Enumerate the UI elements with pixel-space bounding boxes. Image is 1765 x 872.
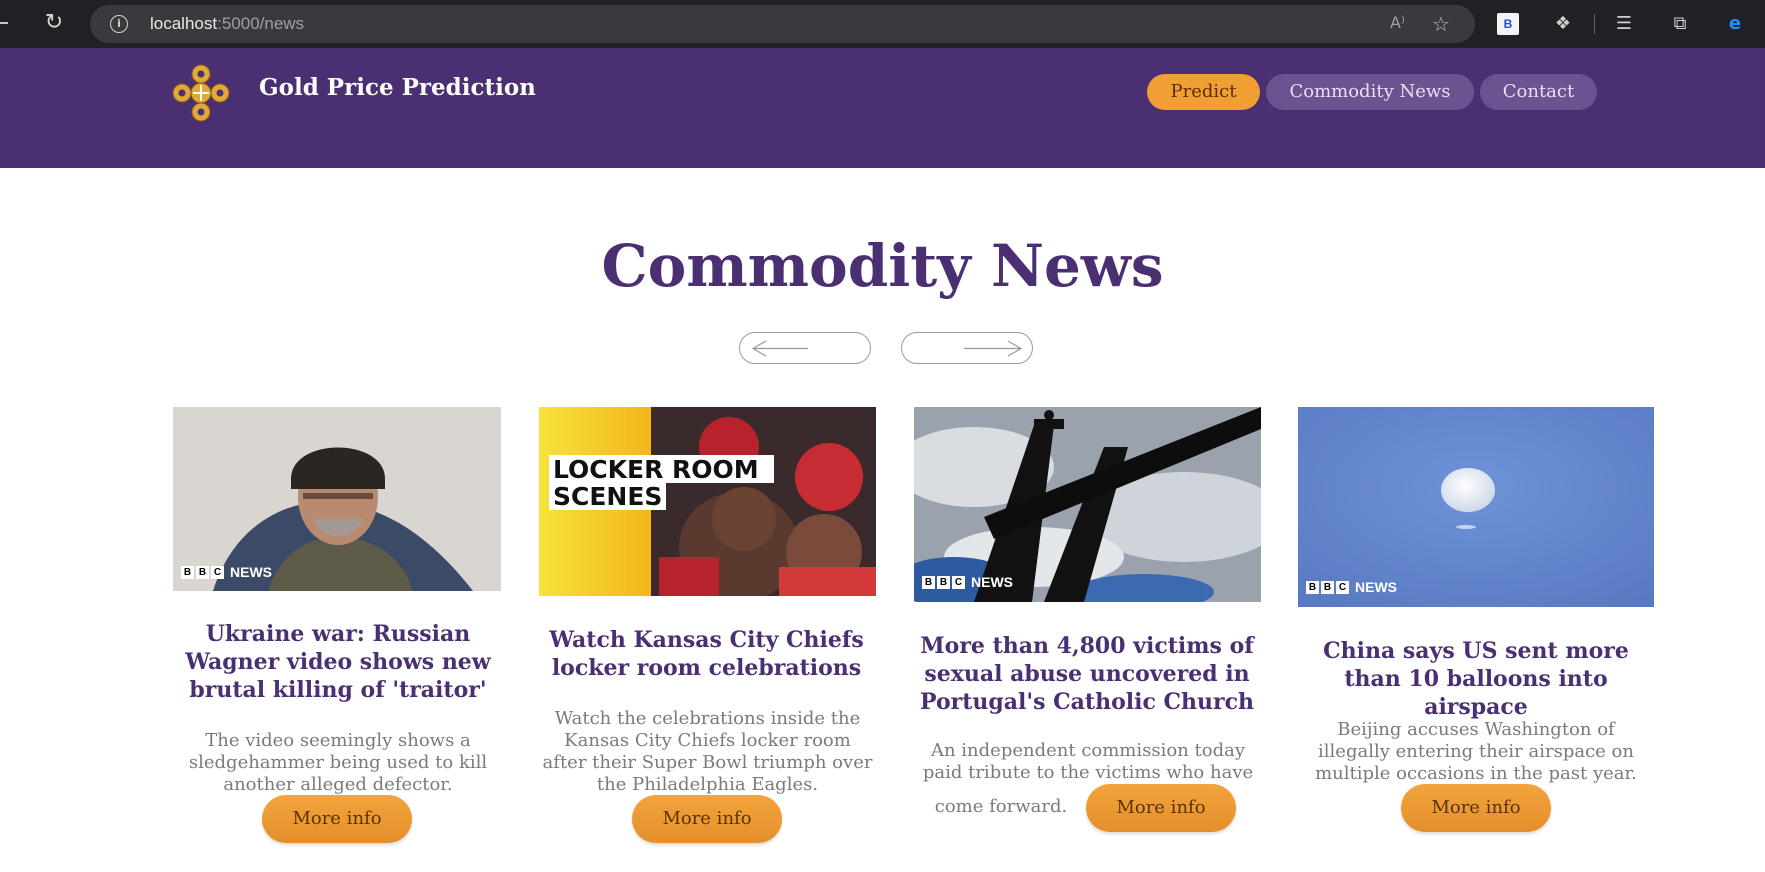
overlay-line-1: LOCKER ROOM [553,455,759,484]
gold-cross-logo-icon[interactable] [170,62,232,124]
news-title-1[interactable]: Ukraine war: Russian Wagner video shows … [175,620,501,704]
news-description-2: Watch the celebrations inside the Kansas… [542,708,873,795]
nav-commodity-news[interactable]: Commodity News [1266,74,1474,110]
read-aloud-icon[interactable]: A⁾ [1390,13,1405,32]
prev-button[interactable] [739,332,871,364]
extensions-puzzle-icon[interactable]: ❖ [1551,12,1575,36]
bbc-news-label: NEWS [971,574,1013,590]
news-description-1: The video seemingly shows a sledgehammer… [188,730,488,795]
arrow-right-icon [964,340,1023,357]
page-title: Commodity News [601,232,1164,300]
favorites-icon[interactable]: ☰ [1612,12,1636,36]
url-path: :5000/news [217,14,305,33]
news-description-4: Beijing accuses Washington of illegally … [1315,719,1637,784]
next-button[interactable] [901,332,1033,364]
locker-room-overlay: LOCKER ROOM [549,455,774,483]
news-image-4[interactable]: BBC NEWS [1298,407,1654,607]
nav-predict[interactable]: Predict [1147,74,1260,110]
url-text[interactable]: localhost:5000/news [150,13,304,35]
collections-icon[interactable]: ⧉ [1668,12,1692,36]
url-host: localhost [150,14,218,33]
news-title-3[interactable]: More than 4,800 victims of sexual abuse … [910,632,1264,716]
bbc-news-label: NEWS [1355,579,1397,595]
more-info-button-3[interactable]: More info [1086,784,1236,832]
add-favorite-icon[interactable]: ☆ [1432,12,1450,36]
more-info-button-4[interactable]: More info [1401,784,1551,832]
more-info-button-2[interactable]: More info [632,795,782,843]
overlay-line-2: SCENES [553,482,663,511]
more-info-button-1[interactable]: More info [262,795,412,843]
back-indicator[interactable] [0,22,8,24]
edge-icon[interactable]: e [1723,12,1747,36]
bbc-news-logo-icon: BBC NEWS [922,574,1013,590]
news-title-2[interactable]: Watch Kansas City Chiefs locker room cel… [545,626,868,682]
news-description-3: An independent commission today paid tri… [922,740,1254,783]
reload-icon[interactable]: ↻ [42,11,66,35]
news-description-3-cont: come forward. [934,796,1068,817]
extension-icon[interactable]: B [1497,13,1519,35]
nav-contact[interactable]: Contact [1480,74,1597,110]
news-image-3[interactable]: BBC NEWS [914,407,1261,602]
address-bar[interactable]: i localhost:5000/news A⁾ ☆ [90,5,1475,43]
bbc-news-logo-icon: BBC NEWS [1306,579,1397,595]
bbc-news-label: NEWS [230,564,272,580]
news-image-2[interactable]: LOCKER ROOM SCENES [539,407,876,596]
arrow-left-icon [751,340,808,357]
news-image-1[interactable]: BBC NEWS [173,407,501,591]
news-title-4[interactable]: China says US sent more than 10 balloons… [1298,637,1654,721]
toolbar-divider [1594,14,1595,34]
locker-room-overlay-2: SCENES [549,482,667,511]
brand-title[interactable]: Gold Price Prediction [259,74,536,101]
browser-toolbar: ↻ i localhost:5000/news A⁾ ☆ B ❖ ☰ ⧉ e [0,0,1765,48]
site-header: Gold Price Prediction Predict Commodity … [0,48,1765,168]
bbc-news-logo-icon: BBC NEWS [181,564,272,580]
site-info-icon[interactable]: i [110,15,128,33]
